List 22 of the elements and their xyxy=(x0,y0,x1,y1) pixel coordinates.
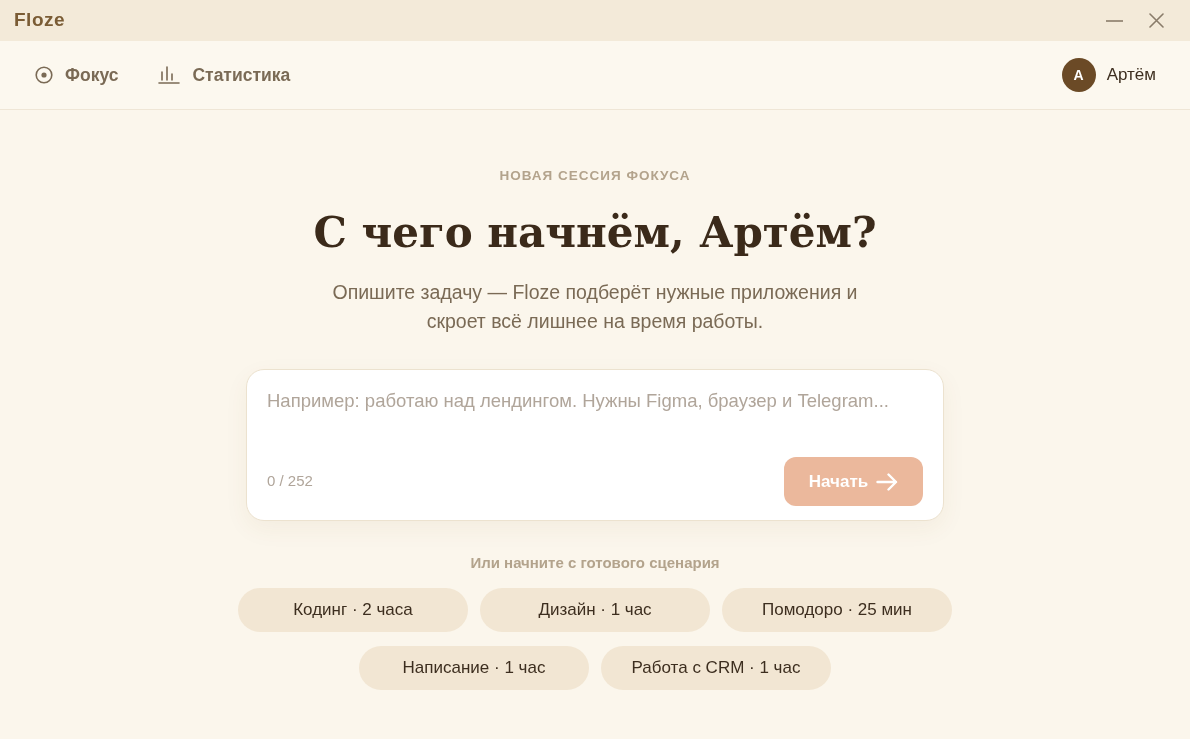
user-name: Артём xyxy=(1106,64,1156,87)
preset-chip[interactable]: Кодинг · 2 часа xyxy=(238,588,468,632)
bar-chart-icon xyxy=(158,66,181,84)
description-text: Опишите задачу — Floze подберёт нужные приложения и скроет всё лишнее на время работы. xyxy=(332,280,858,334)
preset-chip[interactable]: Помодоро · 25 мин xyxy=(722,588,952,632)
app-logo: Floze xyxy=(14,8,66,33)
presets-heading: Или начните с готового сценария xyxy=(470,554,720,572)
task-input-field[interactable]: Например: работаю над лендингом. Нужны Figma, браузер и Telegram... xyxy=(267,390,923,457)
close-icon xyxy=(1148,13,1164,28)
preset-chip[interactable]: Написание · 1 час xyxy=(359,646,589,690)
nav-tab[interactable]: Статистика xyxy=(158,61,291,89)
character-counter: 0 / 252 xyxy=(267,471,313,492)
close-button[interactable] xyxy=(1146,10,1166,31)
avatar[interactable]: А xyxy=(1061,58,1096,92)
preset-chip[interactable]: Работа с CRM · 1 час xyxy=(601,646,831,690)
minimize-icon xyxy=(1105,19,1123,22)
page-heading: С чего начнём, Артём? xyxy=(313,207,877,259)
nav-tab[interactable]: Фокус xyxy=(35,61,119,89)
target-icon xyxy=(35,66,53,84)
eyebrow-label: НОВАЯ СЕССИЯ ФОКУСА xyxy=(499,168,691,184)
preset-chip[interactable]: Дизайн · 1 час xyxy=(480,588,710,632)
arrow-right-icon xyxy=(876,472,899,491)
